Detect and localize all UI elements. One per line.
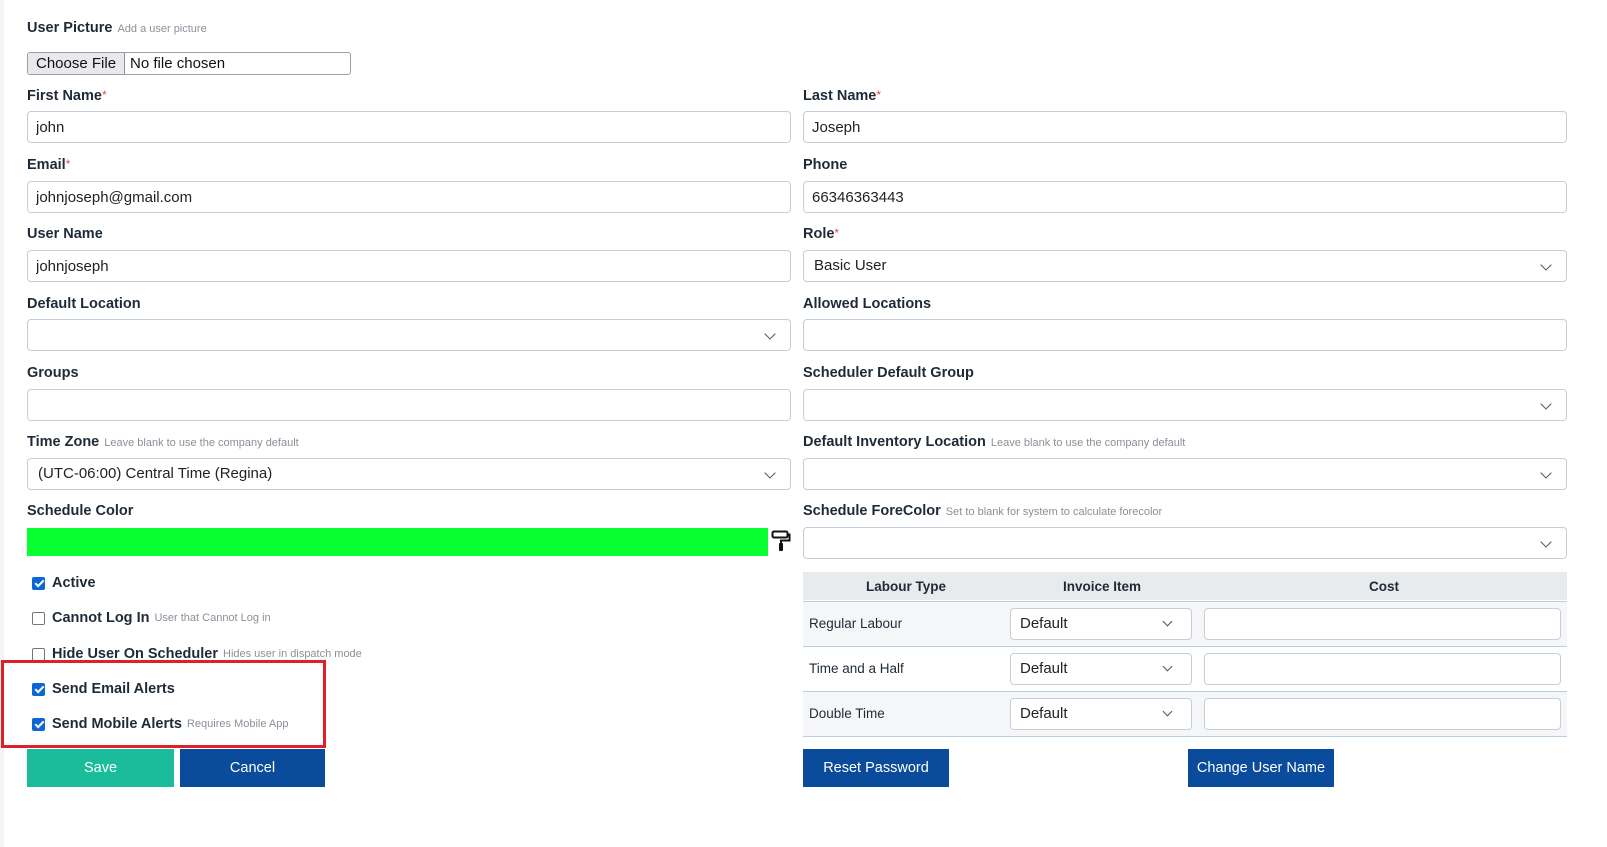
default-location-label: Default Location (27, 296, 141, 312)
first-name-label: First Name* (27, 88, 107, 104)
chevron-down-icon (1162, 706, 1173, 717)
default-inventory-location-label: Default Inventory Location Leave blank to… (803, 434, 1186, 450)
first-name-input[interactable] (27, 111, 791, 143)
required-marker: * (876, 88, 882, 102)
invoice-item-select[interactable]: Default (1010, 698, 1192, 730)
chevron-down-icon (764, 328, 776, 340)
groups-input[interactable] (27, 389, 791, 421)
required-marker: * (65, 157, 71, 171)
save-button[interactable]: Save (27, 749, 174, 787)
time-zone-label: Time Zone Leave blank to use the company … (27, 434, 299, 450)
groups-label: Groups (27, 365, 79, 381)
allowed-locations-input[interactable] (803, 319, 1567, 351)
file-status-text: No file chosen (130, 55, 226, 72)
required-marker: * (834, 226, 840, 240)
phone-input[interactable] (803, 181, 1567, 213)
change-user-name-button[interactable]: Change User Name (1188, 749, 1334, 787)
user-name-input[interactable] (27, 250, 791, 282)
time-zone-value: (UTC-06:00) Central Time (Regina) (38, 465, 273, 482)
hide-user-on-scheduler-hint: Hides user in dispatch mode (223, 648, 362, 660)
schedule-forecolor-select[interactable] (803, 527, 1567, 559)
scheduler-default-group-select[interactable] (803, 389, 1567, 421)
role-label: Role* (803, 226, 840, 242)
labour-type-cell: Time and a Half (809, 661, 904, 676)
user-picture-hint: Add a user picture (117, 23, 207, 35)
default-location-select[interactable] (27, 319, 791, 351)
chevron-down-icon (1540, 398, 1552, 410)
user-picture-label: User Picture Add a user picture (27, 20, 207, 36)
email-input[interactable] (27, 181, 791, 213)
required-marker: * (101, 88, 107, 102)
schedule-forecolor-hint: Set to blank for system to calculate for… (945, 506, 1163, 518)
chevron-down-icon (1540, 467, 1552, 479)
chevron-down-icon (1162, 616, 1173, 627)
table-row: Regular Labour Default (803, 601, 1567, 646)
table-divider (803, 736, 1567, 737)
scheduler-default-group-label: Scheduler Default Group (803, 365, 974, 381)
labour-type-cell: Regular Labour (809, 616, 903, 631)
cannot-log-in-checkbox-row[interactable]: Cannot Log In User that Cannot Log in (32, 608, 271, 628)
phone-label: Phone (803, 157, 848, 173)
time-zone-select[interactable]: (UTC-06:00) Central Time (Regina) (27, 458, 791, 490)
table-row: Double Time Default (803, 691, 1567, 736)
schedule-color-label: Schedule Color (27, 503, 134, 519)
cost-input[interactable] (1204, 698, 1561, 730)
invoice-item-value: Default (1020, 705, 1068, 722)
header-labour-type: Labour Type (866, 579, 947, 594)
labour-table-header: Labour Type Invoice Item Cost (803, 572, 1567, 600)
default-inventory-location-select[interactable] (803, 458, 1567, 490)
invoice-item-value: Default (1020, 615, 1068, 632)
active-checkbox[interactable] (32, 576, 45, 590)
last-name-label: Last Name* (803, 88, 882, 104)
chevron-down-icon (1162, 661, 1173, 672)
cost-input[interactable] (1204, 608, 1561, 640)
invoice-item-select[interactable]: Default (1010, 653, 1192, 685)
active-label: Active (52, 575, 96, 591)
choose-file-button[interactable]: Choose File (28, 53, 126, 74)
invoice-item-select[interactable]: Default (1010, 608, 1192, 640)
table-row: Time and a Half Default (803, 646, 1567, 691)
cannot-log-in-hint: User that Cannot Log in (154, 612, 271, 624)
cannot-log-in-checkbox[interactable] (32, 611, 45, 625)
role-selected-value: Basic User (814, 257, 887, 274)
cannot-log-in-label: Cannot Log In (52, 610, 150, 626)
chevron-down-icon (764, 467, 776, 479)
default-inventory-location-hint: Leave blank to use the company default (990, 437, 1186, 449)
schedule-color-swatch[interactable] (27, 528, 768, 556)
role-select[interactable]: Basic User (803, 250, 1567, 282)
allowed-locations-label: Allowed Locations (803, 296, 932, 312)
cost-input[interactable] (1204, 653, 1561, 685)
chevron-down-icon (1540, 259, 1552, 271)
user-name-label: User Name (27, 226, 103, 242)
paint-roller-icon[interactable] (771, 530, 791, 552)
header-invoice-item: Invoice Item (1063, 579, 1142, 594)
schedule-forecolor-label: Schedule ForeColor Set to blank for syste… (803, 503, 1163, 519)
reset-password-button[interactable]: Reset Password (803, 749, 949, 787)
invoice-item-value: Default (1020, 660, 1068, 677)
header-cost: Cost (1369, 579, 1399, 594)
highlight-annotation-box (1, 660, 326, 748)
time-zone-hint: Leave blank to use the company default (104, 437, 299, 449)
email-label: Email* (27, 157, 71, 173)
cancel-button[interactable]: Cancel (180, 749, 325, 787)
user-picture-file-input[interactable]: Choose File No file chosen (27, 52, 351, 75)
active-checkbox-row[interactable]: Active (32, 573, 96, 593)
hide-user-on-scheduler-checkbox[interactable] (32, 647, 45, 661)
chevron-down-icon (1540, 536, 1552, 548)
labour-type-cell: Double Time (809, 706, 885, 721)
last-name-input[interactable] (803, 111, 1567, 143)
